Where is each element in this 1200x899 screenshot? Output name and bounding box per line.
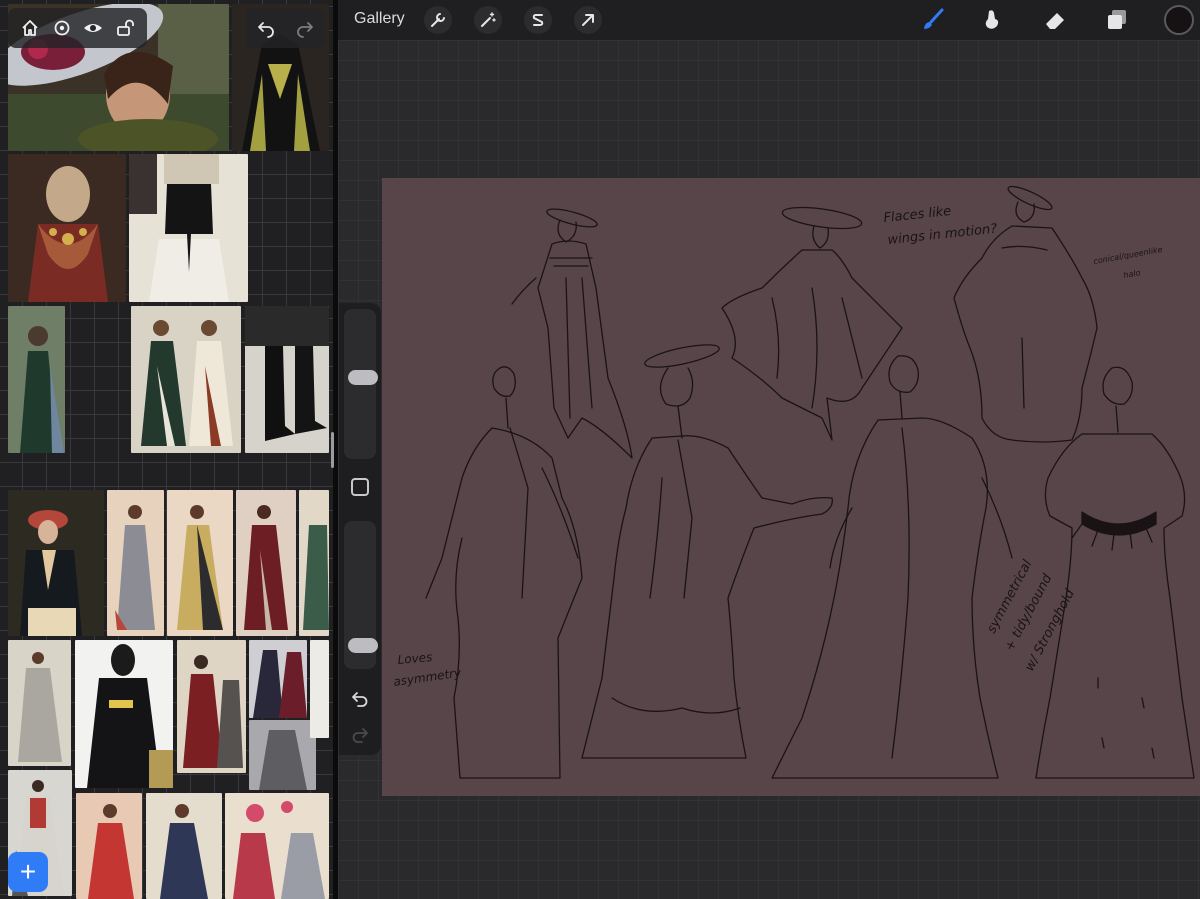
note-asymmetry: asymmetry — [392, 665, 462, 688]
wrench-icon[interactable] — [424, 6, 452, 34]
note-halo: halo — [1123, 268, 1141, 280]
reference-plate-flowers-two-dresses[interactable] — [225, 793, 329, 899]
home-icon[interactable] — [19, 17, 41, 39]
reference-photo-boots[interactable] — [245, 306, 329, 453]
eraser-icon[interactable] — [1040, 6, 1070, 34]
brush-icon[interactable] — [918, 6, 948, 34]
brush-side-bar — [339, 303, 381, 755]
costume-sketches: Flaces like wings in motion? conical/que… — [392, 185, 1195, 779]
reference-photo-tailored-jacket[interactable] — [8, 490, 104, 636]
add-reference-button[interactable]: + — [8, 852, 48, 892]
transform-arrow-icon[interactable] — [574, 6, 602, 34]
reference-history-toolbar — [246, 8, 324, 48]
reference-plate-burgundy-dress[interactable] — [236, 490, 296, 636]
undo-icon[interactable] — [350, 689, 370, 709]
reference-photo-green-gown[interactable] — [8, 306, 65, 453]
note-loves: Loves — [397, 650, 433, 667]
layers-icon[interactable] — [1102, 6, 1132, 34]
eye-icon[interactable] — [82, 17, 104, 39]
reference-plate-dark-capes[interactable] — [249, 640, 307, 718]
reference-plate-partial[interactable] — [310, 640, 329, 738]
modify-button[interactable] — [351, 478, 369, 496]
unlock-icon[interactable] — [114, 17, 136, 39]
split-view-handle[interactable] — [331, 432, 334, 468]
note-flaces-like: Flaces like — [883, 204, 952, 226]
brush-size-slider[interactable] — [344, 309, 378, 459]
selection-s-icon[interactable] — [524, 6, 552, 34]
smudge-icon[interactable] — [978, 6, 1008, 34]
reference-plate-walking-dress[interactable] — [8, 640, 71, 766]
reference-plate-grey-dress[interactable] — [107, 490, 164, 636]
note-wings-in-motion: wings in motion? — [887, 222, 998, 248]
settings-icon[interactable] — [51, 17, 73, 39]
drawing-canvas[interactable]: Flaces like wings in motion? conical/que… — [382, 178, 1200, 796]
note-conical: conical/queenlike — [1093, 245, 1163, 266]
brush-opacity-slider[interactable] — [344, 521, 378, 669]
color-picker-swatch[interactable] — [1164, 5, 1194, 35]
brush-opacity-thumb[interactable] — [348, 637, 378, 653]
reference-board-panel[interactable]: + — [0, 0, 333, 899]
redo-icon[interactable] — [294, 17, 316, 39]
brush-size-thumb[interactable] — [348, 370, 378, 386]
reference-toolbar — [8, 8, 147, 48]
reference-plate-gold-dress[interactable] — [167, 490, 233, 636]
procreate-screen: + Gallery Flaces like wings in motion? c… — [0, 0, 1200, 899]
reference-plate-two-ladies[interactable] — [131, 306, 241, 453]
reference-photo-jeweled-bodice[interactable] — [8, 154, 126, 302]
reference-plate-blue-dress[interactable] — [146, 793, 222, 899]
reference-plate-red-coat[interactable] — [177, 640, 246, 773]
reference-plate-red-dress[interactable] — [76, 793, 142, 899]
reference-plate-green-dress-partial[interactable] — [299, 490, 329, 636]
redo-icon[interactable] — [350, 725, 370, 745]
reference-photo-black-gown[interactable] — [75, 640, 173, 788]
gallery-button[interactable]: Gallery — [354, 10, 405, 28]
procreate-top-bar: Gallery — [338, 0, 1200, 40]
reference-plate-grey-mantle[interactable] — [249, 720, 316, 790]
reference-photo-beaded-collar[interactable] — [129, 154, 248, 302]
magic-wand-icon[interactable] — [474, 6, 502, 34]
undo-icon[interactable] — [255, 17, 277, 39]
